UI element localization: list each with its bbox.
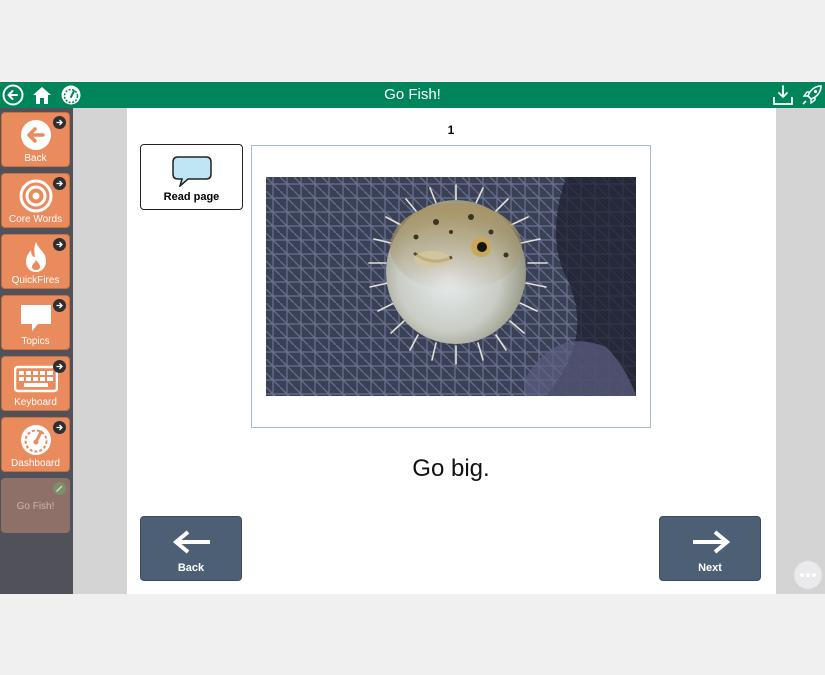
read-page-label: Read page bbox=[163, 191, 220, 203]
right-gutter bbox=[776, 108, 825, 594]
sidebar-item-go-fish[interactable]: Go Fish! bbox=[1, 478, 70, 533]
flame-icon bbox=[14, 239, 58, 275]
arrow-left-icon bbox=[172, 529, 212, 560]
next-page-button[interactable]: Next bbox=[659, 516, 761, 581]
sidebar-item-label: Core Words bbox=[8, 214, 63, 225]
more-options-button[interactable] bbox=[794, 561, 822, 589]
sidebar-item-topics[interactable]: Topics bbox=[1, 295, 70, 350]
back-arrow-icon bbox=[14, 117, 58, 153]
speech-bubble-icon bbox=[14, 300, 58, 336]
back-page-label: Back bbox=[177, 562, 205, 574]
dot bbox=[812, 573, 816, 577]
sidebar-item-quickfires[interactable]: QuickFires bbox=[1, 234, 70, 289]
page-caption: Go big. bbox=[412, 455, 490, 482]
download-icon[interactable] bbox=[772, 84, 794, 106]
sidebar: Back Core Words QuickFires Topics Keyboa… bbox=[0, 108, 73, 594]
window-title: Go Fish! bbox=[384, 86, 441, 103]
sidebar-item-label: QuickFires bbox=[11, 275, 60, 286]
sidebar-item-keyboard[interactable]: Keyboard bbox=[1, 356, 70, 411]
chevron-right-icon bbox=[53, 421, 66, 434]
chevron-right-icon bbox=[53, 116, 66, 129]
arrow-right-icon bbox=[691, 529, 731, 560]
sidebar-item-label: Keyboard bbox=[14, 397, 57, 408]
sidebar-item-dashboard[interactable]: Dashboard bbox=[1, 417, 70, 472]
target-icon bbox=[14, 178, 58, 214]
chevron-right-icon bbox=[53, 299, 66, 312]
gauge-icon bbox=[14, 422, 58, 458]
photo-frame bbox=[251, 145, 651, 428]
page-number: 1 bbox=[447, 123, 455, 137]
sidebar-item-core-words[interactable]: Core Words bbox=[1, 173, 70, 228]
pufferfish-photo bbox=[266, 177, 636, 396]
speech-bubble-icon bbox=[171, 155, 213, 192]
title-bar: Go Fish! bbox=[0, 82, 825, 108]
chevron-right-icon bbox=[53, 360, 66, 373]
keyboard-icon bbox=[14, 361, 58, 397]
next-page-label: Next bbox=[698, 562, 722, 574]
dot bbox=[806, 573, 810, 577]
back-page-button[interactable]: Back bbox=[140, 516, 242, 581]
read-page-button[interactable]: Read page bbox=[140, 144, 243, 210]
sidebar-item-label: Go Fish! bbox=[16, 501, 55, 512]
sidebar-item-label: Dashboard bbox=[11, 458, 60, 469]
sidebar-item-label: Topics bbox=[21, 336, 50, 347]
dot bbox=[800, 573, 804, 577]
chevron-right-icon bbox=[53, 238, 66, 251]
left-gutter bbox=[73, 108, 127, 594]
sidebar-item-label: Back bbox=[24, 153, 47, 164]
chevron-right-icon bbox=[53, 177, 66, 190]
rocket-icon[interactable] bbox=[801, 84, 823, 106]
pencil-icon bbox=[53, 482, 66, 495]
sidebar-item-back[interactable]: Back bbox=[1, 112, 70, 167]
